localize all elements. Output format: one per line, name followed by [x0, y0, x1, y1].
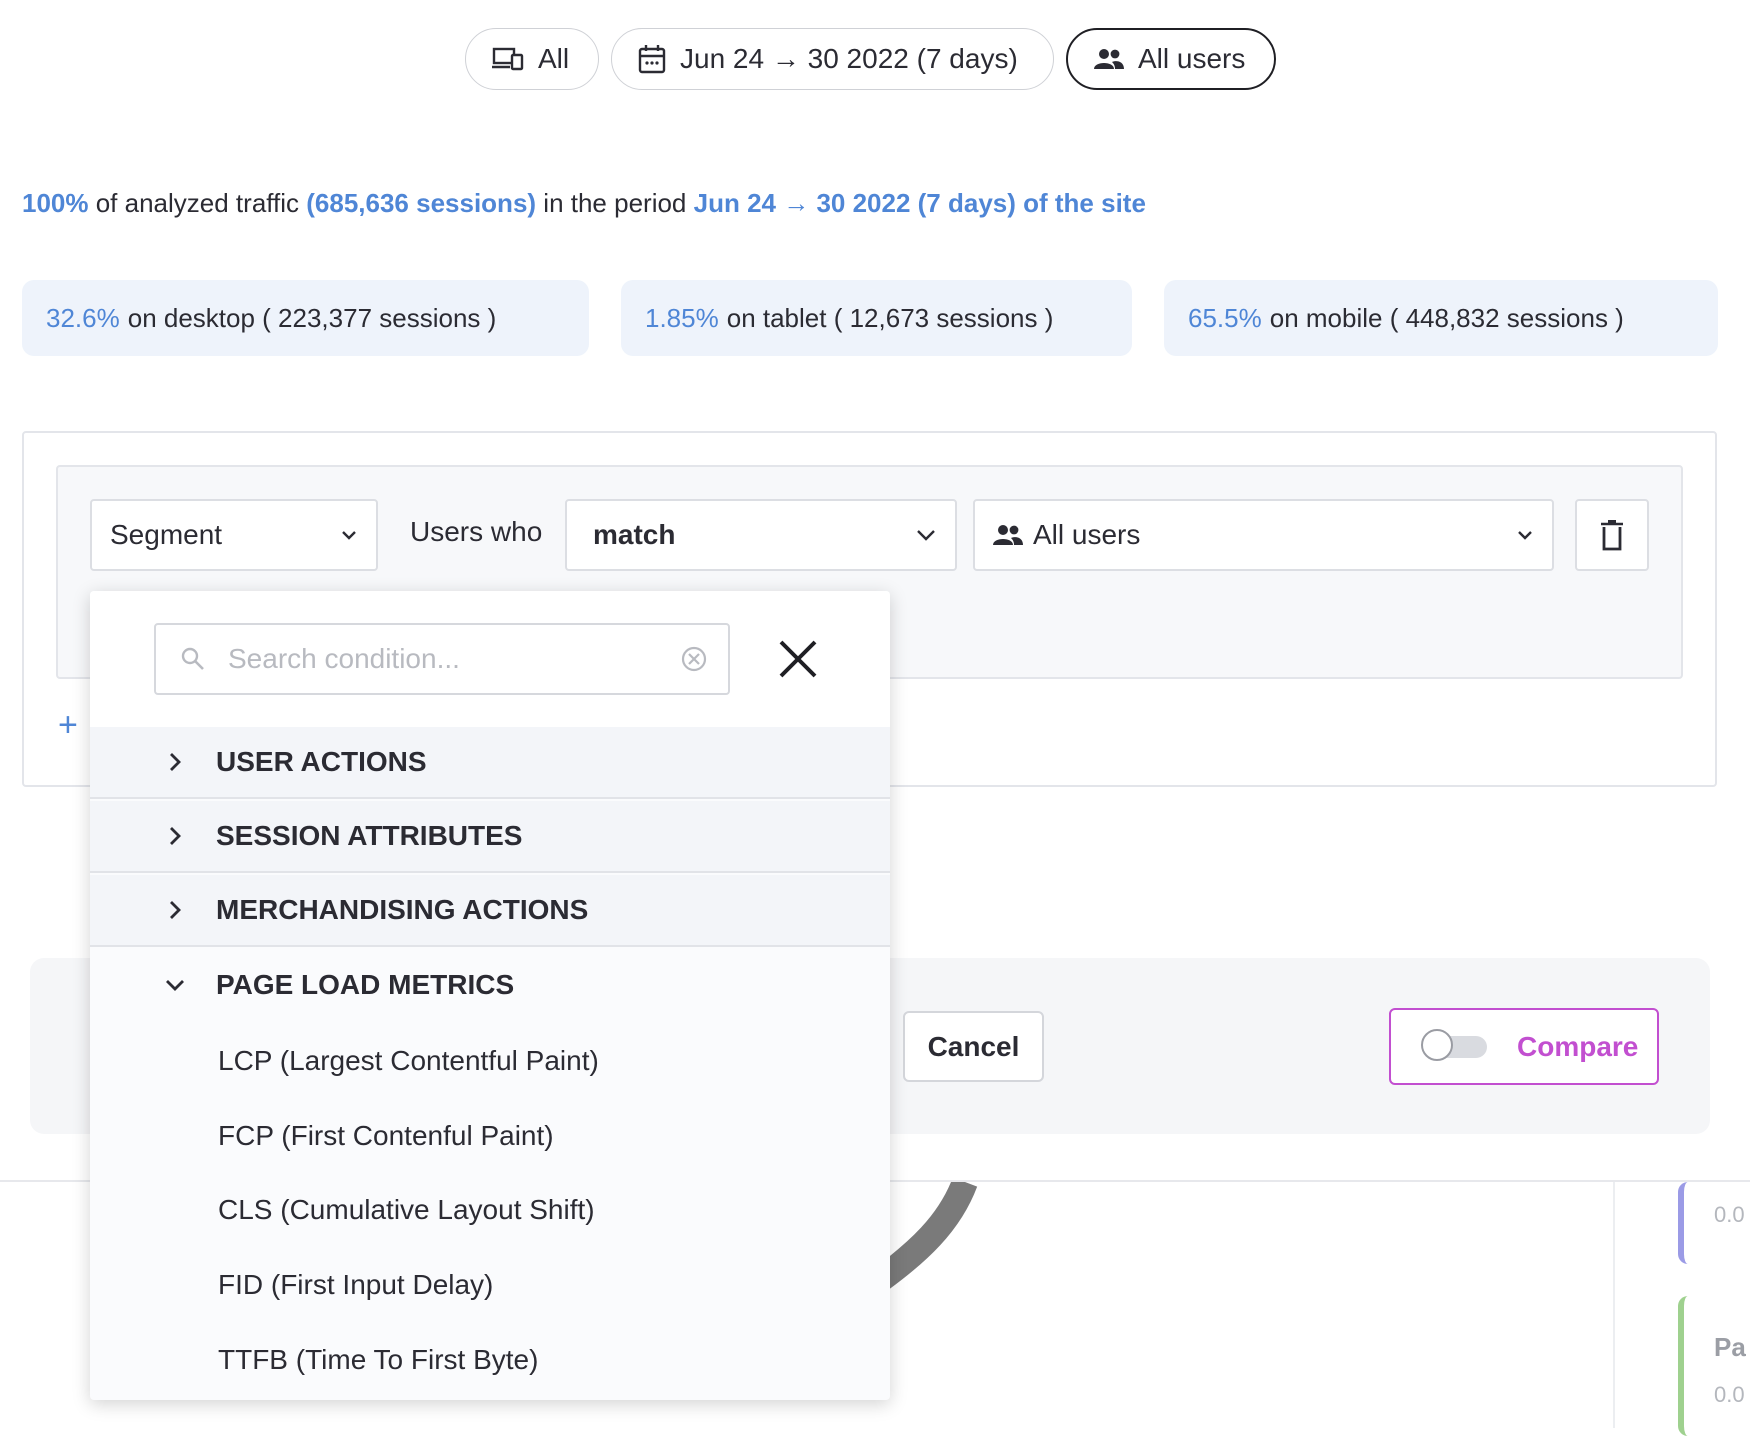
segment-type-value: Segment: [110, 519, 223, 550]
traffic-summary: 100% of analyzed traffic (685,636 sessio…: [22, 188, 1146, 219]
device-filter-label: All: [538, 43, 570, 74]
summary-percent: 100%: [22, 188, 89, 218]
device-filter-pill[interactable]: All: [465, 28, 599, 90]
chevron-down-icon: [1518, 531, 1532, 540]
category-page-load-metrics[interactable]: PAGE LOAD METRICS: [90, 949, 890, 1021]
date-range-pill[interactable]: Jun 24 → 30 2022 (7 days): [611, 28, 1054, 90]
users-who-label: Users who: [410, 516, 543, 547]
desktop-chip: 32.6% on desktop ( 223,377 sessions ): [22, 280, 589, 356]
option-ttfb[interactable]: TTFB (Time To First Byte): [218, 1344, 538, 1376]
users-icon: [1094, 49, 1124, 69]
users-select-value: All users: [1033, 519, 1141, 550]
date-range-label: Jun 24 → 30 2022 (7 days): [680, 43, 1018, 74]
option-fid[interactable]: FID (First Input Delay): [218, 1269, 493, 1301]
desktop-percent: 32.6%: [46, 302, 120, 333]
chevron-right-icon: [170, 753, 181, 771]
compare-toggle-button[interactable]: Compare: [1389, 1008, 1659, 1085]
trash-icon: [1601, 520, 1623, 551]
column-divider: [1613, 1182, 1615, 1428]
category-label: USER ACTIONS: [216, 746, 427, 777]
metric-card-value: 0.0: [1714, 1382, 1745, 1407]
close-dropdown-button[interactable]: [770, 631, 826, 687]
delete-condition-button[interactable]: [1575, 499, 1649, 571]
tablet-label: on tablet ( 12,673 sessions ): [726, 302, 1054, 333]
metric-card: 0.0: [1678, 1182, 1750, 1264]
chevron-down-icon: [917, 530, 935, 541]
search-icon: [181, 647, 204, 670]
calendar-icon: [638, 45, 666, 74]
desktop-label: on desktop ( 223,377 sessions ): [127, 302, 497, 333]
mobile-percent: 65.5%: [1188, 302, 1262, 333]
users-select[interactable]: All users: [973, 499, 1554, 571]
category-user-actions[interactable]: USER ACTIONS: [90, 727, 890, 799]
summary-text-2: in the period: [536, 188, 694, 218]
metric-card-title: Pa: [1714, 1332, 1746, 1362]
cancel-button[interactable]: Cancel: [903, 1011, 1044, 1082]
mobile-chip: 65.5% on mobile ( 448,832 sessions ): [1164, 280, 1718, 356]
category-merchandising-actions[interactable]: MERCHANDISING ACTIONS: [90, 875, 890, 947]
category-label: SESSION ATTRIBUTES: [216, 820, 523, 851]
condition-dropdown: USER ACTIONS SESSION ATTRIBUTES MERCHAND…: [90, 591, 890, 1400]
compare-label: Compare: [1517, 1030, 1639, 1062]
category-label: MERCHANDISING ACTIONS: [216, 894, 589, 925]
summary-sessions: (685,636 sessions): [306, 188, 537, 218]
dropdown-header: [90, 591, 890, 729]
chevron-down-icon: [342, 531, 356, 540]
option-cls[interactable]: CLS (Cumulative Layout Shift): [218, 1194, 595, 1226]
chevron-right-icon: [170, 827, 181, 845]
metric-card-value: 0.0: [1714, 1202, 1745, 1227]
chevron-right-icon: [170, 901, 181, 919]
compare-toggle[interactable]: [1421, 1028, 1487, 1061]
users-icon: [993, 525, 1023, 545]
tablet-percent: 1.85%: [645, 302, 719, 333]
segment-pill-label: All users: [1138, 43, 1246, 74]
tablet-chip: 1.85% on tablet ( 12,673 sessions ): [621, 280, 1132, 356]
clear-search-icon[interactable]: [680, 645, 708, 673]
chevron-down-icon: [166, 980, 184, 991]
summary-text-1: of analyzed traffic: [88, 188, 307, 218]
match-select[interactable]: match: [565, 499, 957, 571]
metric-card: Pa 0.0: [1678, 1296, 1750, 1436]
summary-period: Jun 24 → 30 2022 (7 days) of the site: [693, 188, 1146, 218]
add-condition-icon[interactable]: +: [58, 708, 78, 742]
option-fcp[interactable]: FCP (First Contenful Paint): [218, 1120, 554, 1152]
search-condition-field[interactable]: [154, 623, 730, 695]
category-session-attributes[interactable]: SESSION ATTRIBUTES: [90, 801, 890, 873]
mobile-label: on mobile ( 448,832 sessions ): [1269, 302, 1624, 333]
segment-pill[interactable]: All users: [1066, 28, 1276, 90]
option-lcp[interactable]: LCP (Largest Contentful Paint): [218, 1045, 599, 1077]
category-label: PAGE LOAD METRICS: [216, 969, 515, 1000]
match-value: match: [593, 519, 676, 550]
close-icon: [779, 640, 817, 678]
search-input[interactable]: [226, 642, 650, 676]
segment-type-select[interactable]: Segment: [90, 499, 378, 571]
devices-icon: [492, 47, 524, 71]
